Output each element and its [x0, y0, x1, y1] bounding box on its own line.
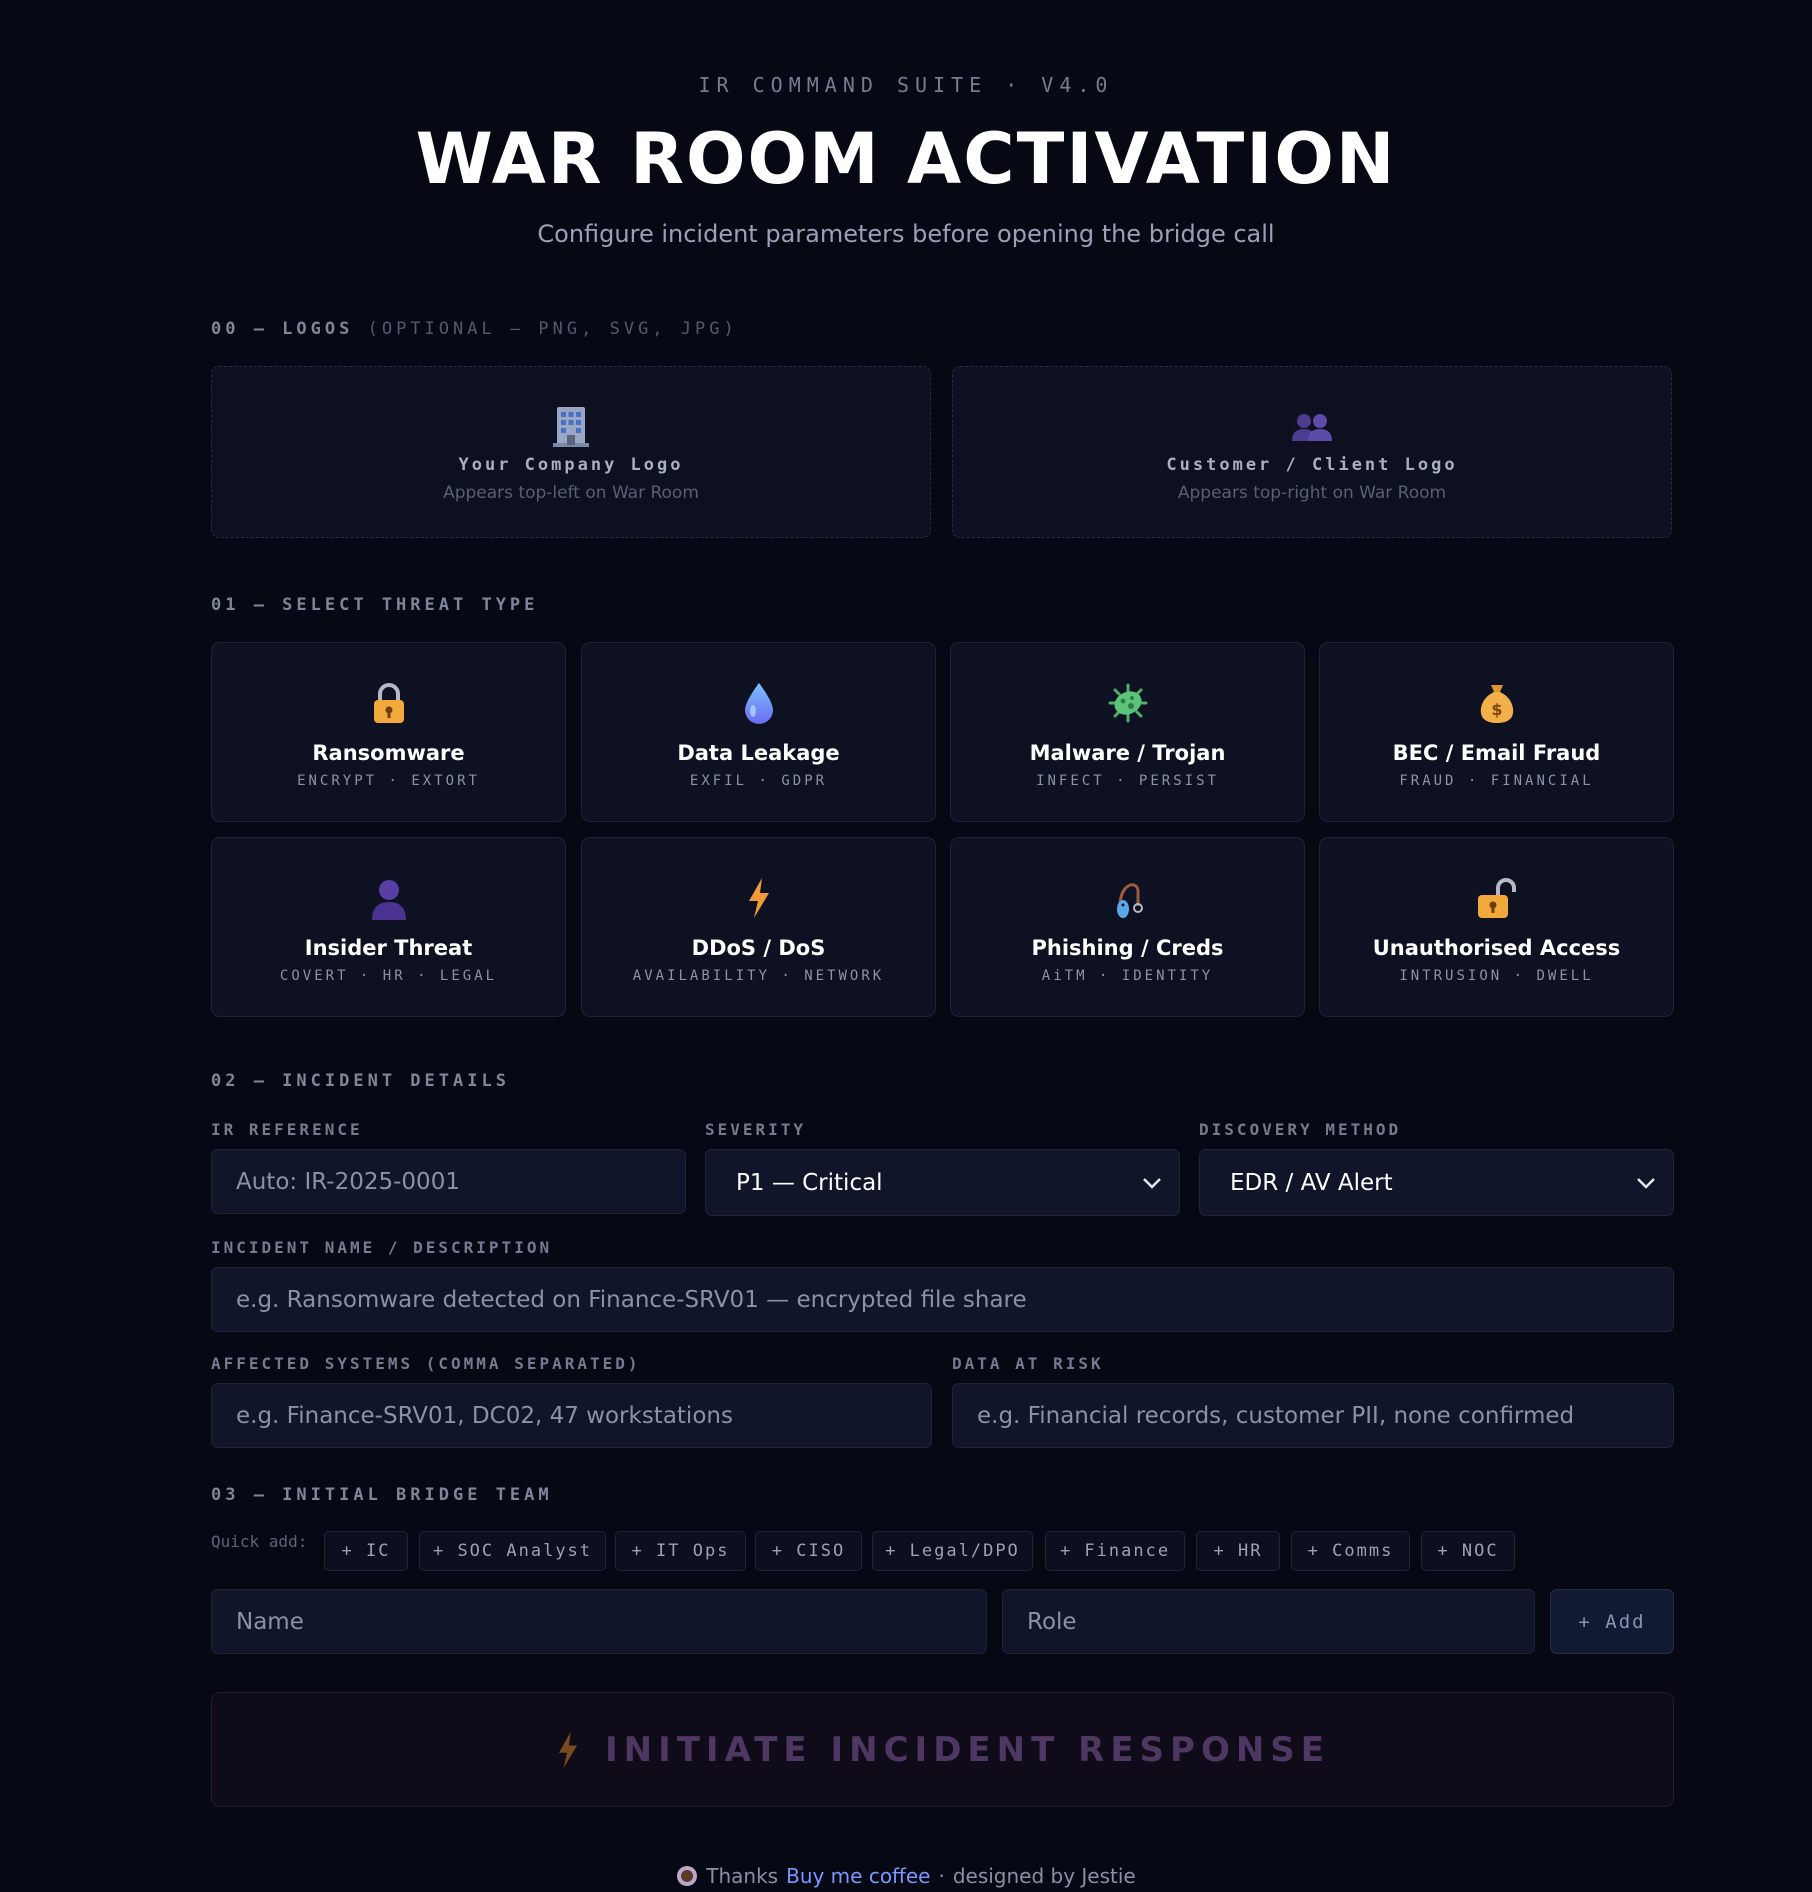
- quick-add-it-ops[interactable]: + IT Ops: [615, 1531, 746, 1571]
- threat-name: DDoS / DoS: [691, 936, 826, 960]
- footer-credit: designed by Jestie: [952, 1864, 1136, 1888]
- section-label-logos: 00 — LOGOS (OPTIONAL — PNG, SVG, JPG): [211, 319, 738, 339]
- coffee-icon: [677, 1866, 698, 1886]
- quick-add-finance[interactable]: + Finance: [1045, 1531, 1185, 1571]
- threat-name: Ransomware: [312, 741, 465, 765]
- member-role-placeholder: Role: [1027, 1608, 1077, 1635]
- footer-thanks: Thanks: [706, 1864, 779, 1888]
- threat-name: Phishing / Creds: [1031, 936, 1224, 960]
- threat-card-ddos-dos[interactable]: DDoS / DoS AVAILABILITY · NETWORK: [581, 837, 936, 1017]
- threat-card-malware-trojan[interactable]: Malware / Trojan INFECT · PERSIST: [950, 642, 1305, 822]
- quick-add-noc[interactable]: + NOC: [1421, 1531, 1515, 1571]
- affected-systems-label: AFFECTED SYSTEMS (COMMA SEPARATED): [211, 1354, 641, 1373]
- severity-label: SEVERITY: [705, 1120, 807, 1139]
- unlocked-icon: [1477, 878, 1516, 918]
- svg-text:$: $: [1491, 700, 1502, 719]
- fishing-hook-icon: [1116, 883, 1143, 918]
- app-eyebrow: IR COMMAND SUITE · V4.0: [698, 73, 1114, 97]
- incident-name-placeholder: e.g. Ransomware detected on Finance-SRV0…: [236, 1286, 1027, 1313]
- quick-add-soc-analyst[interactable]: + SOC Analyst: [419, 1531, 606, 1571]
- affected-systems-placeholder: e.g. Finance-SRV01, DC02, 47 workstation…: [236, 1402, 733, 1429]
- page-subtitle: Configure incident parameters before ope…: [537, 220, 1275, 248]
- quick-add-label: Quick add:: [211, 1532, 308, 1551]
- threat-tags: COVERT · HR · LEGAL: [279, 968, 498, 984]
- threat-name: Data Leakage: [677, 741, 840, 765]
- people-icon: [1292, 414, 1332, 441]
- quick-add-hr[interactable]: + HR: [1196, 1531, 1280, 1571]
- incident-name-input[interactable]: e.g. Ransomware detected on Finance-SRV0…: [211, 1267, 1674, 1332]
- ir-reference-placeholder: Auto: IR-2025-0001: [236, 1168, 460, 1195]
- company-logo-subtitle: Appears top-left on War Room: [443, 483, 699, 503]
- customer-logo-upload[interactable]: Customer / Client Logo Appears top-right…: [952, 366, 1672, 538]
- droplet-icon: [744, 683, 773, 724]
- threat-tags: AiTM · IDENTITY: [1041, 968, 1214, 984]
- severity-value: P1 — Critical: [736, 1169, 883, 1196]
- threat-card-bec-email-fraud[interactable]: $ BEC / Email Fraud FRAUD · FINANCIAL: [1319, 642, 1674, 822]
- discovery-method-select[interactable]: EDR / AV Alert: [1199, 1149, 1674, 1216]
- chevron-down-icon: [1637, 1177, 1655, 1189]
- threat-card-ransomware[interactable]: Ransomware ENCRYPT · EXTORT: [211, 642, 566, 822]
- buy-me-coffee-link[interactable]: Buy me coffee: [786, 1864, 930, 1888]
- threat-tags: INTRUSION · DWELL: [1399, 968, 1594, 984]
- threat-card-phishing-creds[interactable]: Phishing / Creds AiTM · IDENTITY: [950, 837, 1305, 1017]
- incident-name-label: INCIDENT NAME / DESCRIPTION: [211, 1238, 553, 1257]
- footer: Thanks Buy me coffee · designed by Jesti…: [0, 1864, 1812, 1888]
- discovery-method-value: EDR / AV Alert: [1230, 1169, 1393, 1196]
- threat-name: Unauthorised Access: [1372, 936, 1621, 960]
- threat-name: Malware / Trojan: [1029, 741, 1226, 765]
- data-at-risk-label: DATA AT RISK: [952, 1354, 1104, 1373]
- ir-reference-input[interactable]: Auto: IR-2025-0001: [211, 1149, 686, 1214]
- section-title: 00 — LOGOS: [211, 319, 354, 339]
- quick-add-ic[interactable]: + IC: [324, 1531, 408, 1571]
- threat-name: Insider Threat: [304, 936, 473, 960]
- threat-tags: ENCRYPT · EXTORT: [297, 773, 480, 789]
- threat-tags: AVAILABILITY · NETWORK: [632, 968, 885, 984]
- customer-logo-title: Customer / Client Logo: [1166, 455, 1458, 475]
- person-silhouette-icon: [371, 880, 406, 920]
- section-hint: (OPTIONAL — PNG, SVG, JPG): [367, 319, 738, 339]
- section-label-bridge-team: 03 — INITIAL BRIDGE TEAM: [211, 1485, 553, 1505]
- ir-reference-label: IR REFERENCE: [211, 1120, 363, 1139]
- lightning-icon: [748, 878, 769, 918]
- threat-tags: FRAUD · FINANCIAL: [1399, 773, 1594, 789]
- footer-separator: ·: [938, 1864, 945, 1888]
- threat-tags: EXFIL · GDPR: [689, 773, 828, 789]
- data-at-risk-placeholder: e.g. Financial records, customer PII, no…: [977, 1402, 1575, 1429]
- company-logo-upload[interactable]: Your Company Logo Appears top-left on Wa…: [211, 366, 931, 538]
- quick-add-ciso[interactable]: + CISO: [755, 1531, 862, 1571]
- add-member-button[interactable]: + Add: [1550, 1589, 1674, 1654]
- customer-logo-subtitle: Appears top-right on War Room: [1177, 483, 1447, 503]
- office-building-icon: [553, 407, 589, 447]
- threat-card-unauthorised-access[interactable]: Unauthorised Access INTRUSION · DWELL: [1319, 837, 1674, 1017]
- section-label-incident-details: 02 — INCIDENT DETAILS: [211, 1071, 510, 1091]
- initiate-incident-response-button[interactable]: INITIATE INCIDENT RESPONSE: [211, 1692, 1674, 1807]
- member-role-input[interactable]: Role: [1002, 1589, 1535, 1654]
- threat-card-insider-threat[interactable]: Insider Threat COVERT · HR · LEGAL: [211, 837, 566, 1017]
- lightning-icon: [558, 1731, 578, 1768]
- threat-card-data-leakage[interactable]: Data Leakage EXFIL · GDPR: [581, 642, 936, 822]
- page-title: WAR ROOM ACTIVATION: [415, 118, 1397, 200]
- section-label-threat-type: 01 — SELECT THREAT TYPE: [211, 595, 539, 615]
- member-name-placeholder: Name: [236, 1608, 304, 1635]
- member-name-input[interactable]: Name: [211, 1589, 987, 1654]
- cta-label: INITIATE INCIDENT RESPONSE: [604, 1729, 1331, 1770]
- lock-icon: [373, 683, 404, 723]
- chevron-down-icon: [1143, 1177, 1161, 1189]
- data-at-risk-input[interactable]: e.g. Financial records, customer PII, no…: [952, 1383, 1674, 1448]
- threat-tags: INFECT · PERSIST: [1036, 773, 1219, 789]
- affected-systems-input[interactable]: e.g. Finance-SRV01, DC02, 47 workstation…: [211, 1383, 932, 1448]
- discovery-method-label: DISCOVERY METHOD: [1199, 1120, 1402, 1139]
- threat-name: BEC / Email Fraud: [1392, 741, 1601, 765]
- quick-add-legal-dpo[interactable]: + Legal/DPO: [872, 1531, 1033, 1571]
- microbe-icon: [1108, 683, 1147, 723]
- company-logo-title: Your Company Logo: [458, 455, 684, 475]
- quick-add-comms[interactable]: + Comms: [1291, 1531, 1410, 1571]
- severity-select[interactable]: P1 — Critical: [705, 1149, 1180, 1216]
- money-bag-icon: $: [1480, 685, 1513, 723]
